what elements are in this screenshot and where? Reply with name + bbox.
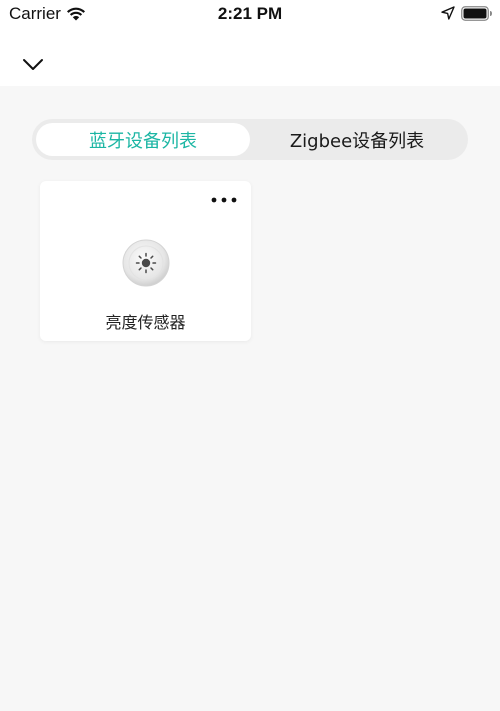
device-card[interactable]: 亮度传感器 (40, 181, 251, 341)
nav-bar (0, 30, 500, 86)
more-dots-icon (211, 197, 237, 203)
device-list-screen: Carrier 2:21 PM 蓝牙设备列表 Zigbee设备列表 亮度传感器 (0, 0, 500, 711)
device-name: 亮度传感器 (105, 313, 186, 332)
status-time: 2:21 PM (217, 4, 283, 23)
device-more-button[interactable] (208, 191, 240, 209)
tab-bluetooth-devices[interactable]: 蓝牙设备列表 (36, 123, 250, 156)
device-type-segment: 蓝牙设备列表 Zigbee设备列表 (32, 119, 468, 160)
status-bar: Carrier 2:21 PM (0, 0, 500, 30)
collapse-button[interactable] (16, 50, 50, 80)
tab-zigbee-devices[interactable]: Zigbee设备列表 (250, 123, 464, 156)
chevron-down-icon (23, 59, 43, 70)
location-arrow-icon (441, 6, 455, 20)
battery-icon (461, 6, 492, 21)
light-sensor-icon (122, 239, 170, 287)
